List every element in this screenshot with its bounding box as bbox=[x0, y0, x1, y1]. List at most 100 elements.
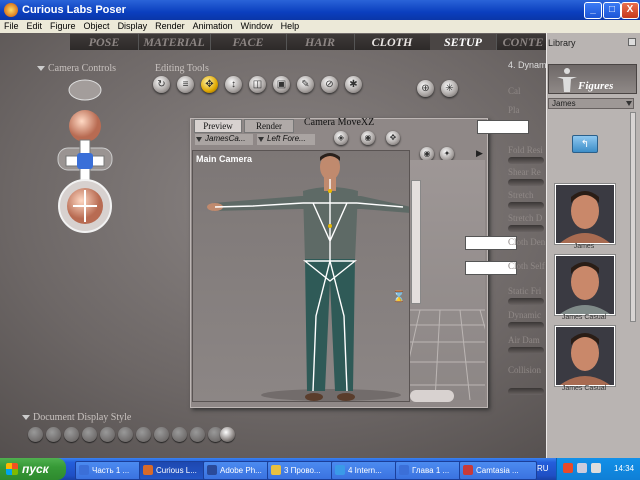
param-label: Stretch D bbox=[508, 213, 543, 223]
document-tabs: Preview Render bbox=[194, 119, 294, 133]
camera-move-y-icon[interactable]: ◉ bbox=[361, 131, 375, 145]
more-options-icon[interactable]: ▶ bbox=[476, 148, 483, 159]
display-style-smooth-shaded-icon[interactable] bbox=[190, 427, 205, 442]
library-close-icon[interactable] bbox=[628, 38, 636, 46]
display-style-silhouette-icon[interactable] bbox=[28, 427, 43, 442]
param-label: Collision bbox=[508, 365, 542, 375]
param-slider[interactable] bbox=[508, 202, 544, 209]
param-slider[interactable] bbox=[508, 157, 544, 164]
poser-app-icon bbox=[4, 3, 18, 17]
display-style-hidden-line-icon[interactable] bbox=[82, 427, 97, 442]
menu-window[interactable]: Window bbox=[237, 20, 277, 31]
clock[interactable]: 14:34 bbox=[614, 464, 634, 473]
camera-controls-widget[interactable] bbox=[40, 78, 130, 238]
body-part-select[interactable]: Left Fore... bbox=[257, 134, 315, 145]
figure-james[interactable] bbox=[193, 151, 410, 402]
chevron-down-icon bbox=[626, 101, 632, 106]
magnet-tool-icon[interactable]: ⊘ bbox=[321, 76, 338, 93]
task-label: 3 Прово... bbox=[284, 466, 321, 475]
menu-object[interactable]: Object bbox=[80, 20, 114, 31]
figure-select[interactable]: JamesCa... bbox=[195, 134, 253, 145]
param-label: Cloth Self bbox=[508, 261, 545, 271]
zoom-tool-icon[interactable]: ⊕ bbox=[417, 80, 434, 97]
parameter-value-box[interactable] bbox=[477, 120, 529, 134]
display-style-lit-wireframe-icon[interactable] bbox=[100, 427, 115, 442]
display-style-cartoon-icon[interactable] bbox=[154, 427, 169, 442]
display-style-wireframe-icon[interactable] bbox=[64, 427, 79, 442]
tab-face[interactable]: FACE bbox=[210, 34, 287, 50]
editing-tools-label: Editing Tools bbox=[155, 63, 209, 74]
tab-cloth[interactable]: CLOTH bbox=[354, 34, 431, 50]
menu-figure[interactable]: Figure bbox=[46, 20, 80, 31]
library-item-caption: James Casual bbox=[561, 385, 607, 392]
translate-in-out-tool-icon[interactable]: ↕ bbox=[225, 76, 242, 93]
camera-roll-icon[interactable]: ✦ bbox=[440, 147, 454, 161]
taper-tool-icon[interactable]: ▣ bbox=[273, 76, 290, 93]
parent-folder-icon[interactable]: ↰ bbox=[572, 135, 598, 153]
menu-display[interactable]: Display bbox=[114, 20, 152, 31]
display-style-cartoon-lines-icon[interactable] bbox=[172, 427, 187, 442]
tab-setup[interactable]: SETUP bbox=[430, 34, 497, 50]
tab-content[interactable]: CONTE bbox=[496, 34, 551, 50]
task-button[interactable]: Camtasia ... bbox=[459, 461, 537, 480]
library-item-thumbnail[interactable] bbox=[555, 255, 615, 315]
param-slider[interactable] bbox=[508, 388, 544, 395]
library-folder-select[interactable]: James bbox=[548, 98, 634, 109]
dynamics-header: 4. Dynam bbox=[508, 60, 547, 70]
minimize-button[interactable]: _ bbox=[584, 2, 602, 19]
library-item-thumbnail[interactable] bbox=[555, 326, 615, 386]
window-title-bar[interactable]: Curious Labs Poser _ □ X bbox=[0, 0, 640, 20]
viewport-scrollbar[interactable] bbox=[411, 180, 421, 304]
camera-rotate-icon[interactable]: ◉ bbox=[420, 147, 434, 161]
network-icon[interactable] bbox=[577, 463, 587, 473]
grouping-tool-icon[interactable]: ✱ bbox=[345, 76, 362, 93]
menu-render[interactable]: Render bbox=[151, 20, 189, 31]
view-magnifier-icon[interactable]: ✳ bbox=[441, 80, 458, 97]
display-style-flat-shaded-icon[interactable] bbox=[118, 427, 133, 442]
param-slider[interactable] bbox=[508, 298, 544, 305]
camera-controls-header[interactable]: Camera Controls bbox=[37, 63, 116, 74]
volume-icon[interactable] bbox=[591, 463, 601, 473]
tab-render[interactable]: Render bbox=[244, 119, 294, 133]
collapse-triangle-icon bbox=[22, 415, 30, 421]
rotate-tool-icon[interactable]: ↻ bbox=[153, 76, 170, 93]
param-label: Static Fri bbox=[508, 286, 542, 296]
menu-file[interactable]: File bbox=[0, 20, 23, 31]
param-slider[interactable] bbox=[508, 179, 544, 186]
tab-hair[interactable]: HAIR bbox=[286, 34, 355, 50]
menu-animation[interactable]: Animation bbox=[189, 20, 237, 31]
param-slider[interactable] bbox=[508, 347, 544, 354]
part-select-arrow-icon bbox=[258, 137, 264, 142]
menu-help[interactable]: Help bbox=[277, 20, 304, 31]
start-button[interactable]: пуск bbox=[0, 458, 66, 480]
language-indicator[interactable]: RU bbox=[537, 464, 549, 473]
tab-material[interactable]: MATERIAL bbox=[138, 34, 211, 50]
3d-viewport[interactable]: Main Camera bbox=[192, 150, 410, 402]
document-display-style-header[interactable]: Document Display Style bbox=[22, 412, 131, 423]
close-button[interactable]: X bbox=[621, 2, 639, 19]
display-style-flat-lined-icon[interactable] bbox=[136, 427, 151, 442]
display-style-outline-icon[interactable] bbox=[46, 427, 61, 442]
color-tool-icon[interactable]: ✎ bbox=[297, 76, 314, 93]
param-slider[interactable] bbox=[508, 322, 544, 329]
menu-edit[interactable]: Edit bbox=[23, 20, 47, 31]
library-item-thumbnail[interactable] bbox=[555, 184, 615, 244]
library-scrollbar[interactable] bbox=[630, 112, 636, 322]
window-title: Curious Labs Poser bbox=[22, 4, 126, 16]
playback-controls[interactable] bbox=[410, 390, 454, 402]
library-item-caption: James Casual bbox=[561, 314, 607, 321]
maximize-button[interactable]: □ bbox=[603, 2, 621, 19]
twist-tool-icon[interactable]: ≡ bbox=[177, 76, 194, 93]
display-style-texture-shaded-icon[interactable] bbox=[220, 427, 235, 442]
param-slider[interactable] bbox=[508, 225, 544, 232]
camera-scale-icon[interactable]: ✥ bbox=[386, 131, 400, 145]
camera-controls-label: Camera Controls bbox=[48, 63, 117, 74]
param-label: Air Dam bbox=[508, 335, 540, 345]
tab-pose[interactable]: POSE bbox=[70, 34, 139, 50]
tab-preview[interactable]: Preview bbox=[194, 119, 242, 133]
camera-move-xz-icon[interactable]: ◈ bbox=[334, 131, 348, 145]
translate-tool-icon[interactable]: ✥ bbox=[201, 76, 218, 93]
room-tabs: POSE MATERIAL FACE HAIR CLOTH SETUP CONT… bbox=[70, 34, 551, 50]
scale-tool-icon[interactable]: ◫ bbox=[249, 76, 266, 93]
tray-app-icon[interactable] bbox=[563, 463, 573, 473]
